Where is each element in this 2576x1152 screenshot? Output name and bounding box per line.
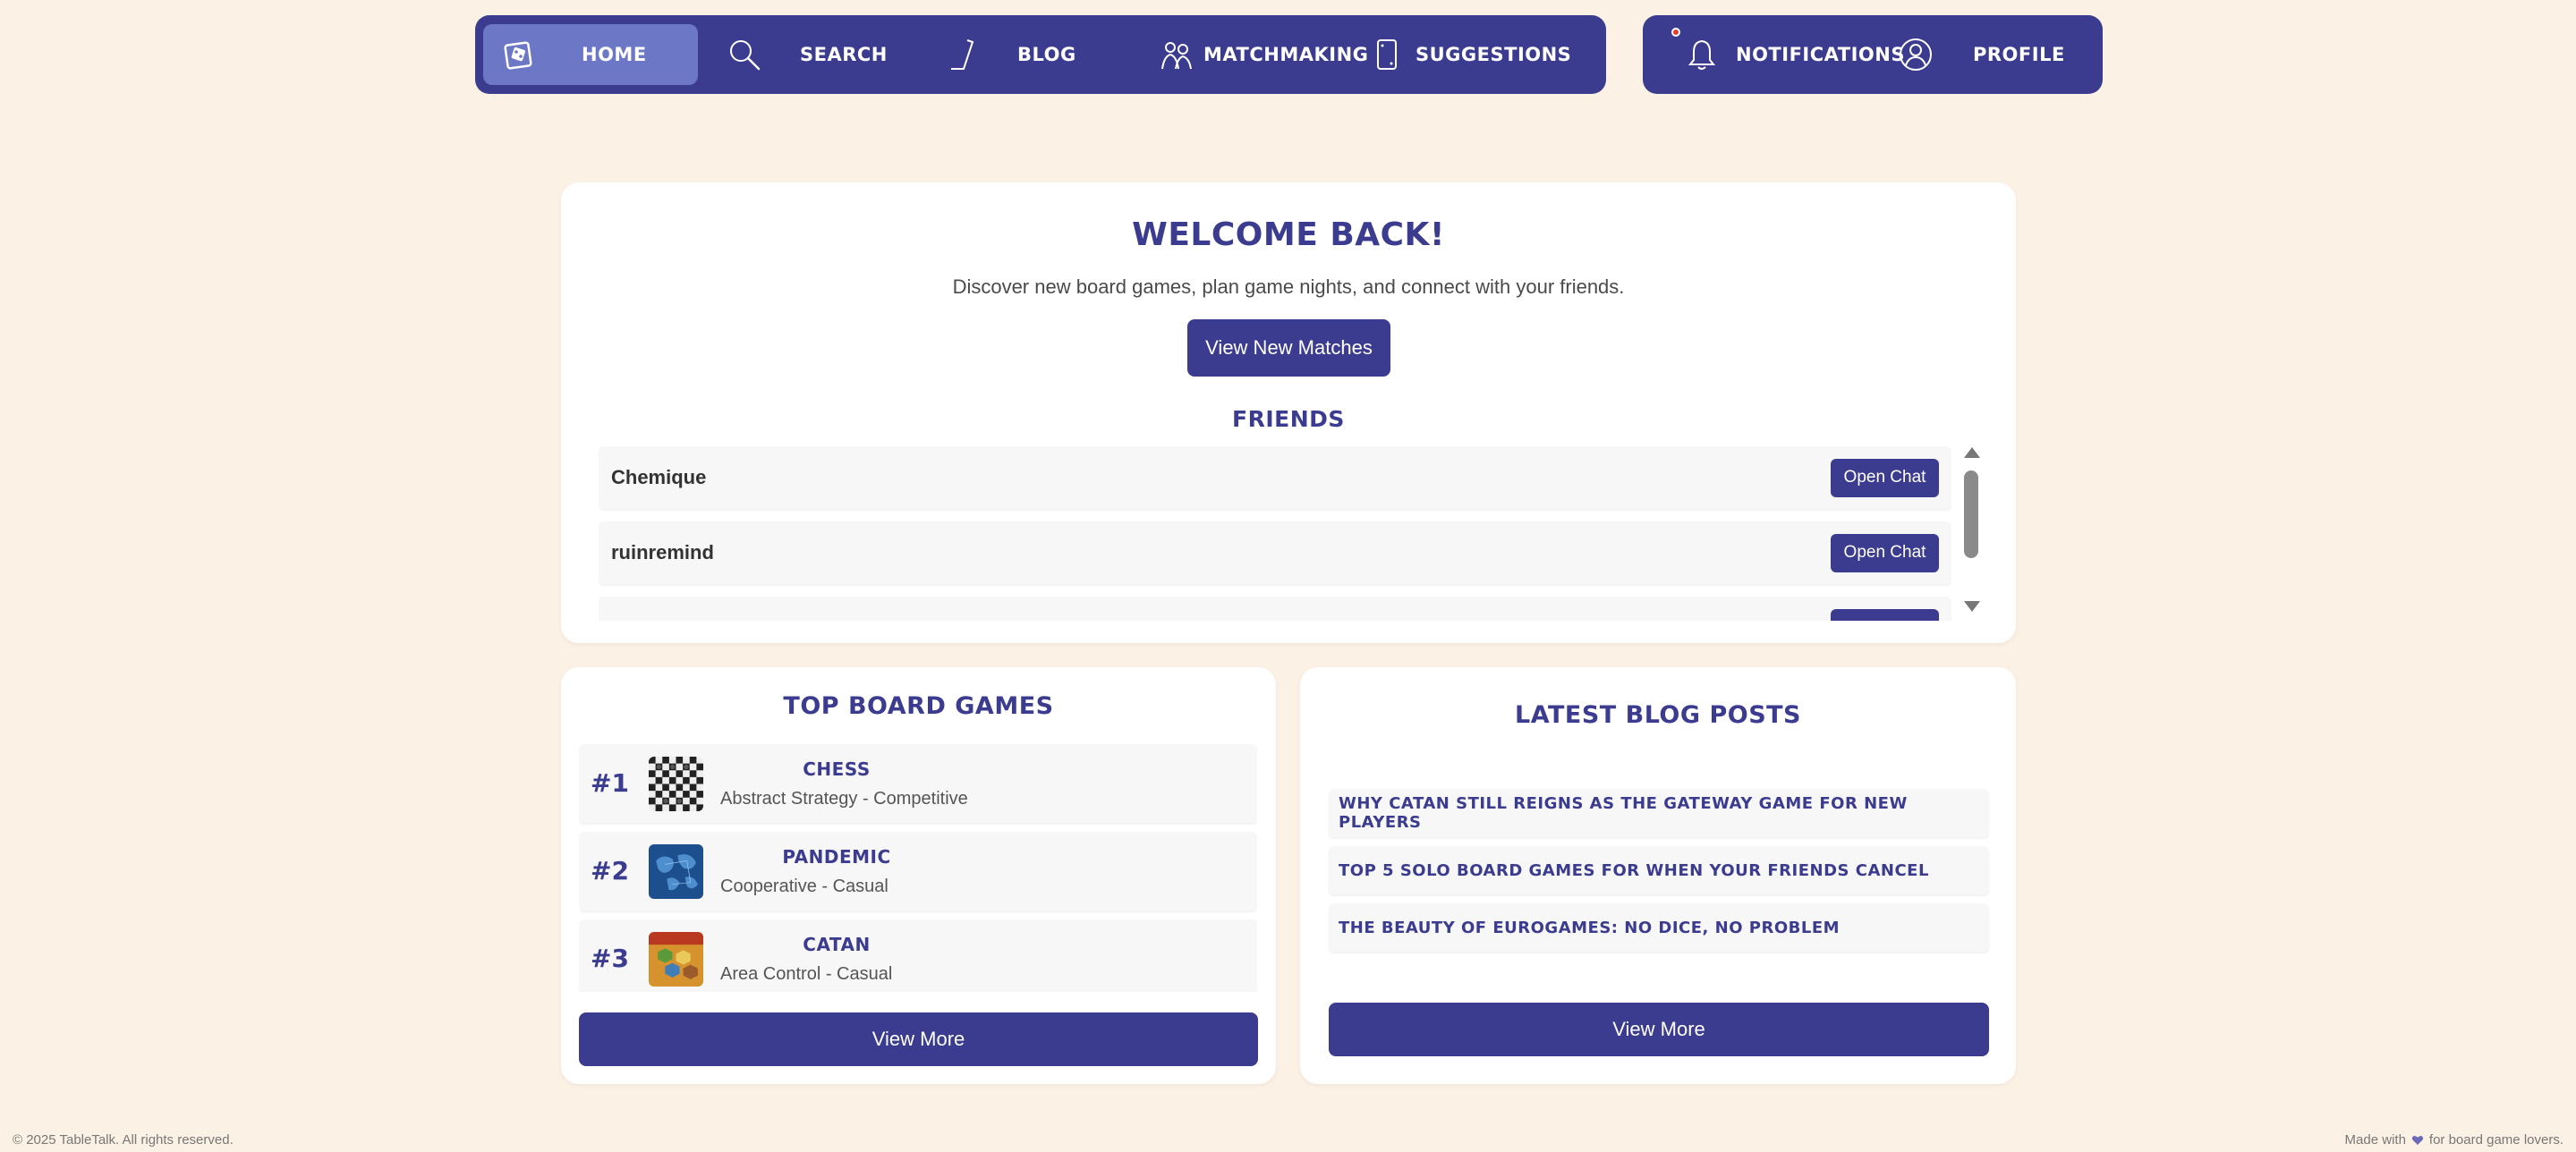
friends-scrollbar[interactable] xyxy=(1961,442,1981,617)
game-row[interactable]: #2 Pandemic Cooperative - Casual xyxy=(579,832,1257,911)
main-nav: Home Search Blog Matchmaking Suggestions xyxy=(475,15,1606,94)
dice-heart-icon xyxy=(2411,1135,2424,1145)
copyright-text: © 2025 TableTalk. All rights reserved. xyxy=(13,1132,234,1148)
blog-title: Latest Blog Posts xyxy=(1514,701,1801,729)
open-chat-button[interactable] xyxy=(1831,608,1939,621)
view-more-blog-button[interactable]: View More xyxy=(1329,1003,1989,1056)
blog-post-link[interactable]: Why Catan Still Reigns as the Gateway Ga… xyxy=(1329,789,1989,837)
view-new-matches-button[interactable]: View New Matches xyxy=(1187,319,1390,377)
board-game-icon xyxy=(504,41,532,70)
bell-icon-wrap xyxy=(1671,28,1720,72)
welcome-title: Welcome Back! xyxy=(1132,216,1445,253)
friends-list[interactable]: Chemique Open Chat ruinremind Open Chat xyxy=(599,446,1951,621)
friends-title: Friends xyxy=(1232,406,1345,432)
open-chat-button[interactable]: Open Chat xyxy=(1831,533,1939,572)
friend-name: ruinremind xyxy=(611,541,714,563)
made-with-prefix: Made with xyxy=(2344,1132,2406,1148)
top-games-title: Top Board Games xyxy=(783,692,1054,720)
bell-icon xyxy=(1688,39,1716,70)
game-row[interactable]: #1 Chess xyxy=(579,744,1257,823)
nav-label-matchmaking: Matchmaking xyxy=(1203,44,1369,65)
friend-row: ruinremind Open Chat xyxy=(599,521,1951,584)
game-meta: Cooperative - Casual xyxy=(720,877,888,896)
footer: © 2025 TableTalk. All rights reserved. M… xyxy=(13,1132,2563,1148)
user-icon xyxy=(1900,38,1932,71)
game-meta: Area Control - Casual xyxy=(720,964,893,984)
card-icon xyxy=(1377,39,1397,70)
nav-item-suggestions[interactable]: Suggestions xyxy=(1369,24,1575,85)
game-rank: #2 xyxy=(591,856,629,885)
notification-badge xyxy=(1671,28,1680,37)
view-more-games-button[interactable]: View More xyxy=(579,1012,1258,1066)
game-rank: #3 xyxy=(591,944,629,973)
welcome-card: Welcome Back! Discover new board games, … xyxy=(561,182,2016,643)
nav-item-notifications[interactable]: Notifications xyxy=(1643,24,1904,85)
catan-box-image xyxy=(649,932,703,987)
nav-item-matchmaking[interactable]: Matchmaking xyxy=(1141,24,1369,85)
top-games-card: Top Board Games #1 xyxy=(561,667,1276,1084)
nav-label-suggestions: Suggestions xyxy=(1416,44,1572,65)
games-list[interactable]: #1 Chess xyxy=(579,744,1257,992)
nav-item-blog[interactable]: Blog xyxy=(922,24,1141,85)
blog-post-link[interactable]: Top 5 Solo Board Games for When Your Fri… xyxy=(1329,846,1989,894)
pen-icon xyxy=(951,39,974,70)
nav-item-profile[interactable]: Profile xyxy=(1889,24,2086,85)
game-name: Chess xyxy=(803,758,871,780)
friend-name: Chemique xyxy=(611,466,707,488)
game-name: Catan xyxy=(803,934,871,955)
game-meta: Abstract Strategy - Competitive xyxy=(720,789,968,809)
game-row[interactable]: #3 Catan Area Control - Casual xyxy=(579,919,1257,992)
welcome-subtitle: Discover new board games, plan game nigh… xyxy=(952,275,1625,298)
scroll-down-arrow-icon[interactable] xyxy=(1964,601,1980,612)
blog-list: Why Catan Still Reigns as the Gateway Ga… xyxy=(1329,789,1989,961)
open-chat-button[interactable]: Open Chat xyxy=(1831,458,1939,497)
nav-label-profile: Profile xyxy=(1973,44,2065,65)
nav-item-search[interactable]: Search xyxy=(698,24,922,85)
user-nav: Notifications Profile xyxy=(1643,15,2103,94)
chess-board-image xyxy=(649,757,703,811)
nav-label-notifications: Notifications xyxy=(1736,44,1905,65)
friend-row xyxy=(599,597,1951,621)
made-with-text: Made with for board game lovers. xyxy=(2345,1132,2563,1148)
made-with-suffix: for board game lovers. xyxy=(2428,1132,2563,1148)
blog-post-link[interactable]: The Beauty of Eurogames: No Dice, No Pro… xyxy=(1329,903,1989,952)
friend-row: Chemique Open Chat xyxy=(599,446,1951,509)
people-icon xyxy=(1161,42,1192,70)
blog-card: Latest Blog Posts Why Catan Still Reigns… xyxy=(1300,667,2016,1084)
scrollbar-thumb[interactable] xyxy=(1964,470,1978,558)
scroll-up-arrow-icon[interactable] xyxy=(1964,447,1980,458)
game-rank: #1 xyxy=(591,768,629,798)
nav-item-home[interactable]: Home xyxy=(483,24,698,85)
nav-label-search: Search xyxy=(800,44,888,65)
nav-label-blog: Blog xyxy=(1017,44,1076,65)
search-icon xyxy=(730,40,761,71)
nav-label-home: Home xyxy=(582,44,647,65)
world-map-image xyxy=(649,844,703,899)
game-name: Pandemic xyxy=(782,846,891,868)
